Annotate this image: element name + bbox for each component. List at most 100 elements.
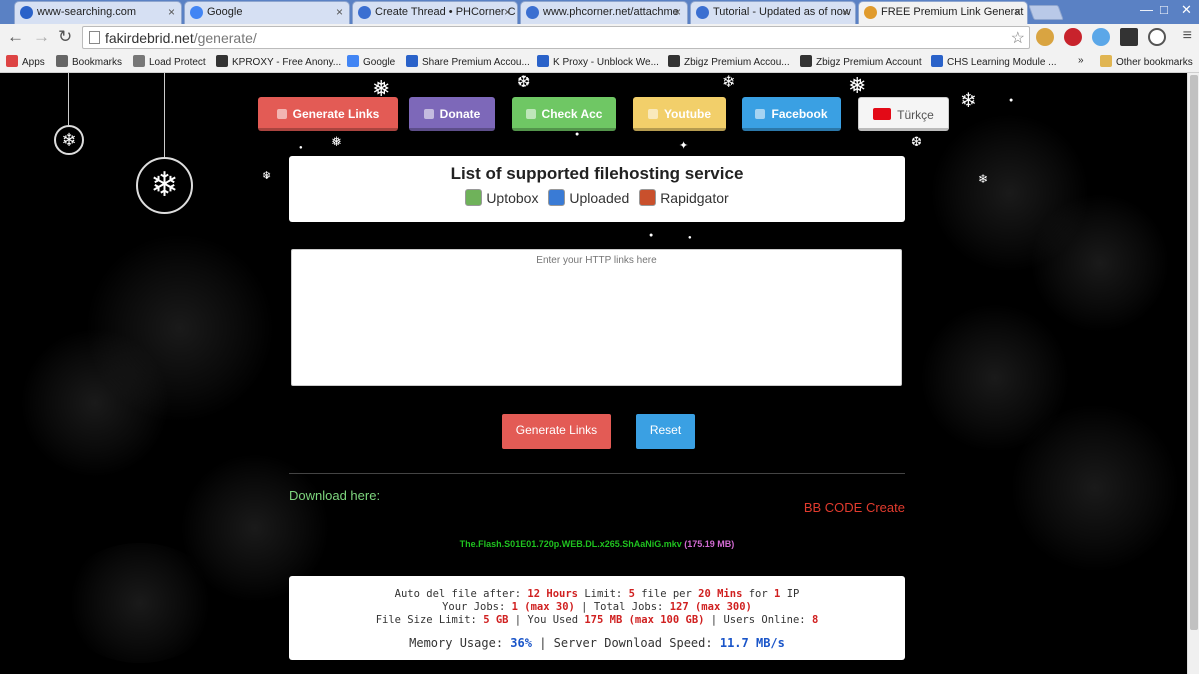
bookmark-share-premium[interactable]: Share Premium Accou... xyxy=(406,55,530,68)
snowflake-ornament-icon: ❄ xyxy=(54,125,84,155)
bookmark-load-protect[interactable]: Load Protect xyxy=(133,55,206,68)
tab-premium-link-generator[interactable]: FREE Premium Link Generat × xyxy=(858,1,1028,25)
bokeh-light xyxy=(20,328,170,478)
tab-title: Tutorial - Updated as of now xyxy=(713,6,851,18)
snowflake-icon: ● xyxy=(1009,97,1014,104)
tab-www-searching[interactable]: www-searching.com × xyxy=(14,1,182,24)
apps-grid-icon xyxy=(6,55,18,67)
reset-button[interactable]: Reset xyxy=(636,414,695,449)
bookmark-other[interactable]: Other bookmarks xyxy=(1100,55,1193,68)
tab-google[interactable]: Google × xyxy=(184,1,350,24)
memory-usage-value: 36% xyxy=(510,636,532,650)
tab-close-icon[interactable]: × xyxy=(336,5,343,19)
maximize-icon[interactable]: □ xyxy=(1160,2,1168,17)
paypal-icon xyxy=(423,109,434,119)
tab-favicon-icon xyxy=(358,6,371,19)
back-arrow-icon[interactable]: ← xyxy=(7,27,24,47)
tab-close-icon[interactable]: × xyxy=(168,5,175,19)
zbigz-icon xyxy=(800,55,812,67)
turkey-flag-icon xyxy=(873,108,892,120)
url-text[interactable]: fakirdebrid.net/generate/ xyxy=(105,30,257,46)
youtube-icon xyxy=(647,109,658,119)
facebook-icon xyxy=(755,109,766,119)
page-icon xyxy=(89,31,100,44)
snowflake-icon: ❄ xyxy=(722,74,736,91)
users-online-value: 8 xyxy=(811,614,819,626)
nav-facebook-button[interactable]: Facebook xyxy=(742,97,841,131)
bookmark-bookmarks[interactable]: Bookmarks xyxy=(56,55,122,68)
snowflake-icon: ● xyxy=(575,131,580,138)
scrollbar-thumb[interactable] xyxy=(1190,75,1198,630)
tab-close-icon[interactable]: × xyxy=(504,5,511,19)
bookmark-zbigz-1[interactable]: Zbigz Premium Accou... xyxy=(668,55,790,68)
stats-line-size: File Size Limit: 5 GB | You Used 175 MB … xyxy=(375,614,819,626)
snowflake-extension-icon[interactable] xyxy=(1092,28,1110,46)
limit-window-value: 20 Mins xyxy=(698,588,743,600)
extension-cookie-icon[interactable] xyxy=(1036,28,1054,46)
page-scrollbar[interactable] xyxy=(1187,73,1199,674)
total-jobs-value: 127 (max 300) xyxy=(669,601,752,613)
tab-favicon-icon xyxy=(526,6,539,19)
rapidgator-icon xyxy=(639,189,657,206)
used-value: 175 MB (max 100 GB) xyxy=(584,614,705,626)
snowflake-ornament-icon: ❄ xyxy=(136,157,193,214)
bookmark-zbigz-2[interactable]: Zbigz Premium Account xyxy=(800,55,922,68)
bookmark-k-proxy[interactable]: K Proxy - Unblock We... xyxy=(537,55,659,68)
tab-phcorner-attachment[interactable]: www.phcorner.net/attachme × xyxy=(520,1,688,24)
nav-turkce-button[interactable]: Türkçe xyxy=(858,97,949,131)
bbcode-create-link[interactable]: BB CODE Create xyxy=(804,500,905,515)
snowflake-icon: ❅ xyxy=(331,134,342,149)
bookmark-star-icon[interactable]: ☆ xyxy=(1011,28,1025,48)
tab-close-icon[interactable]: × xyxy=(674,5,681,19)
chrome-menu-icon[interactable]: ≡ xyxy=(1183,27,1192,45)
new-tab-button[interactable] xyxy=(1028,5,1064,20)
tab-create-thread[interactable]: Create Thread • PHCorner C × xyxy=(352,1,518,24)
snowflake-icon: ● xyxy=(299,145,303,151)
ornament-string xyxy=(68,73,69,125)
bookmark-google[interactable]: Google xyxy=(347,55,395,68)
sync-extension-icon[interactable] xyxy=(1148,28,1166,46)
host-uptobox: Uptobox xyxy=(465,189,538,206)
stats-line-server: Memory Usage: 36% | Server Download Spee… xyxy=(409,636,785,650)
tab-title: FREE Premium Link Generat xyxy=(881,6,1024,18)
ornament-string xyxy=(164,73,165,157)
uploaded-icon xyxy=(548,189,566,206)
bookmark-apps[interactable]: Apps xyxy=(6,55,45,68)
supported-hosts-title: List of supported filehosting service xyxy=(450,164,744,183)
tab-close-icon[interactable]: × xyxy=(842,5,849,19)
address-bar[interactable]: fakirdebrid.net/generate/ ☆ xyxy=(82,26,1030,49)
page-content: ❄ ❄ ❅ ❆ ❄ ❅ ❄ ❄ ❅ ❆ ❄ ✦ ● ● ● ● ● ● Gene… xyxy=(0,73,1187,674)
nav-donate-button[interactable]: Donate xyxy=(409,97,495,131)
snowflake-icon: ❄ xyxy=(978,172,989,186)
linkedin-icon xyxy=(931,55,943,67)
nav-generate-links-button[interactable]: Generate Links xyxy=(258,97,398,131)
stats-line-limits: Auto del file after: 12 Hours Limit: 5 f… xyxy=(394,588,800,600)
your-jobs-value: 1 (max 30) xyxy=(511,601,575,613)
download-file-link[interactable]: The.Flash.S01E01.720p.WEB.DL.x265.ShAaNi… xyxy=(460,539,682,549)
tab-tutorial[interactable]: Tutorial - Updated as of now × xyxy=(690,1,856,24)
bookmark-chs-learning[interactable]: CHS Learning Module ... xyxy=(931,55,1057,68)
minimize-icon[interactable]: — xyxy=(1140,2,1153,17)
extension-badge-icon[interactable] xyxy=(1120,28,1138,46)
forward-arrow-icon[interactable]: → xyxy=(33,27,50,47)
snowflake-icon: ● xyxy=(649,232,654,239)
snowflake-icon: ● xyxy=(265,175,269,181)
snowflake-icon: ● xyxy=(688,235,692,241)
adblock-icon[interactable] xyxy=(1064,28,1082,46)
tab-favicon-icon xyxy=(864,6,877,19)
bokeh-light xyxy=(60,543,220,663)
nav-check-acc-button[interactable]: Check Acc xyxy=(512,97,616,131)
bookmarks-overflow-chevron[interactable]: » xyxy=(1078,55,1084,66)
reload-icon[interactable]: ↻ xyxy=(58,27,72,47)
star-icon xyxy=(56,55,68,67)
tab-strip: www-searching.com × Google × Create Thre… xyxy=(0,0,1199,25)
generate-links-button[interactable]: Generate Links xyxy=(502,414,611,449)
bookmark-kproxy[interactable]: KPROXY - Free Anony... xyxy=(216,55,341,68)
tab-title: Google xyxy=(207,6,243,18)
nav-youtube-button[interactable]: Youtube xyxy=(633,97,726,131)
links-input[interactable] xyxy=(291,249,902,386)
tab-close-icon[interactable]: × xyxy=(1014,5,1021,19)
window-close-icon[interactable]: ✕ xyxy=(1181,2,1192,18)
size-limit-value: 5 GB xyxy=(483,614,509,626)
download-file-entry: The.Flash.S01E01.720p.WEB.DL.x265.ShAaNi… xyxy=(289,539,905,549)
